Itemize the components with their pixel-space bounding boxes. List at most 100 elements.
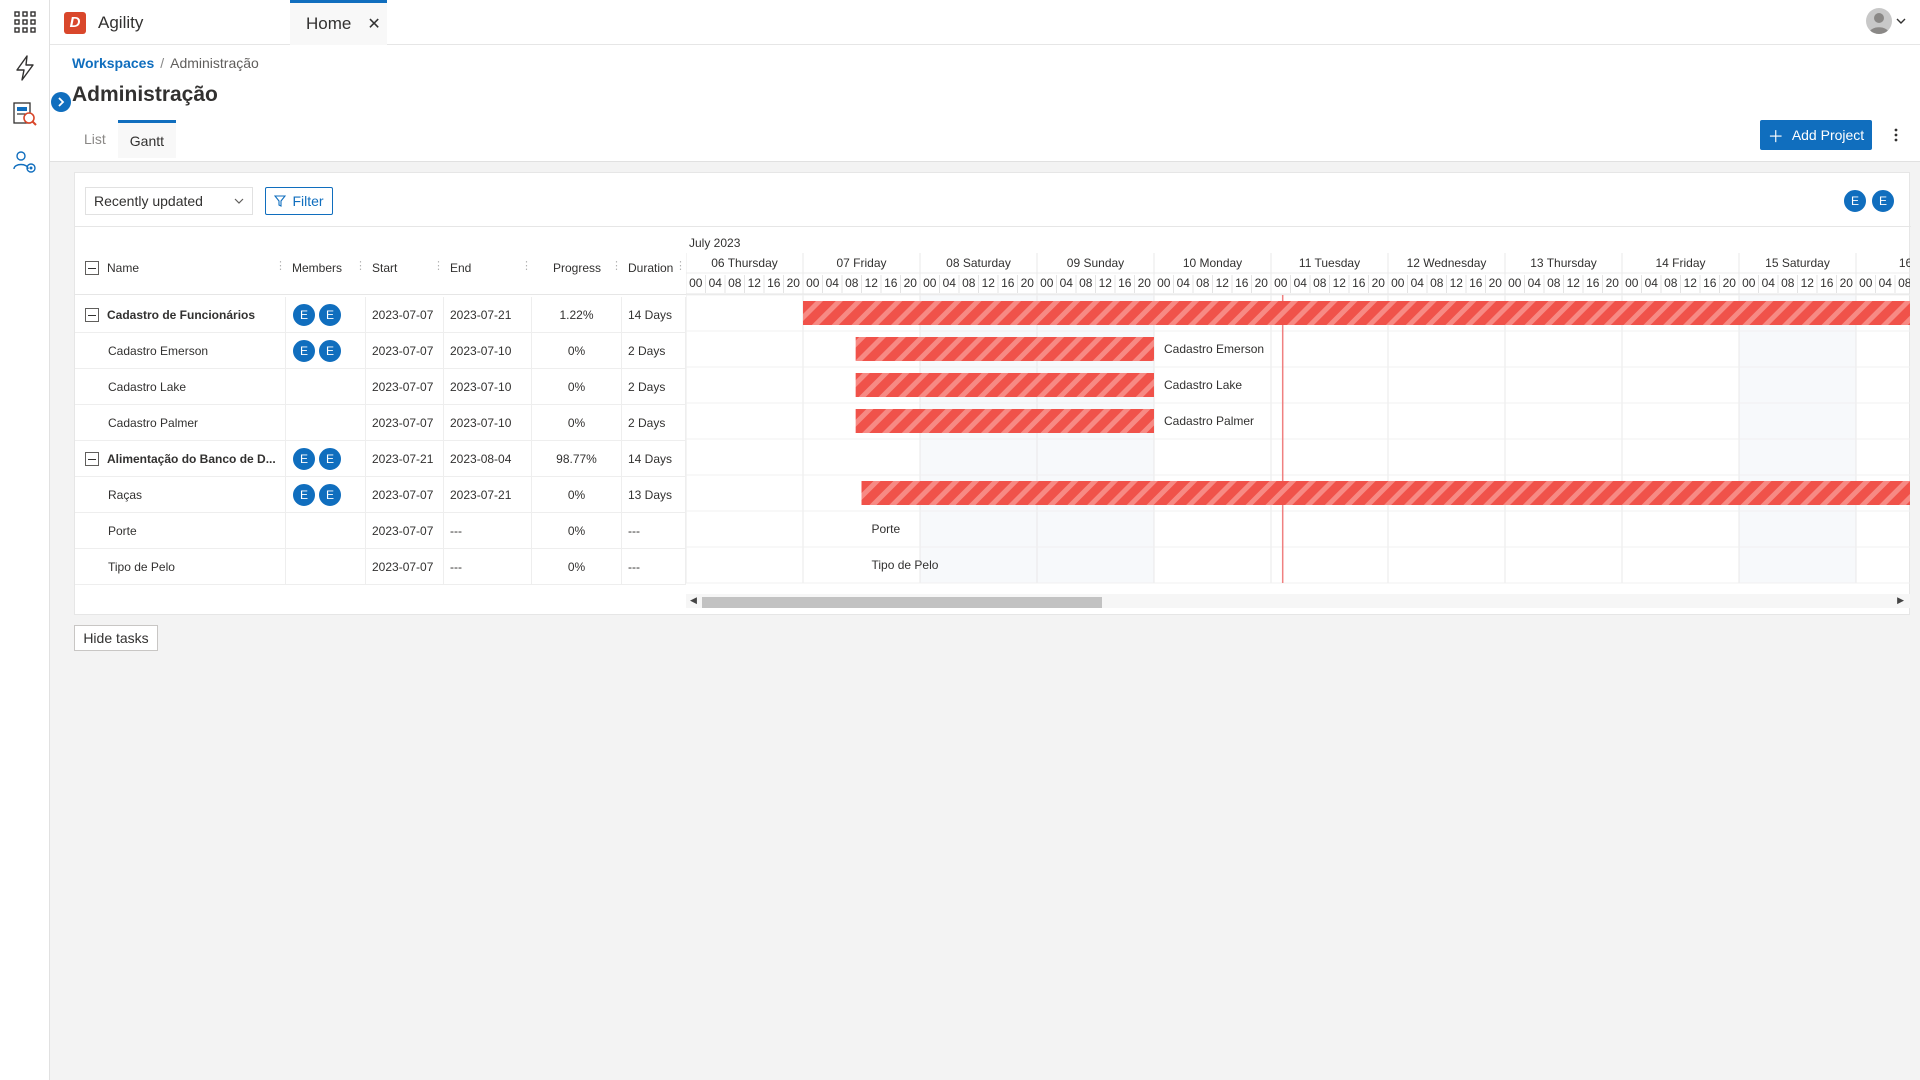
day-label: 16 Su [1899,256,1910,270]
table-row[interactable]: Porte 2023-07-07 --- 0% --- [75,513,686,549]
cell-end: 2023-07-10 [444,333,532,369]
more-vertical-icon [1894,128,1898,142]
table-row[interactable]: Cadastro Lake 2023-07-07 2023-07-10 0% 2 Day… [75,369,686,405]
tab-list[interactable]: List [72,119,118,159]
cell-duration: 14 Days [622,441,686,477]
cell-end: 2023-07-21 [444,297,532,333]
hour-label: 20 [1840,276,1854,290]
column-resizer[interactable]: ⋮ [355,259,366,272]
task-bar[interactable] [861,481,1911,505]
day-label: 11 Tuesday [1299,256,1360,270]
task-bar[interactable] [855,409,1154,433]
column-resizer[interactable]: ⋮ [611,259,622,272]
brand[interactable]: D Agility [50,0,290,45]
hour-label: 12 [748,276,762,290]
reports-search-icon[interactable] [0,92,50,136]
avatar[interactable]: E [292,339,316,363]
sort-value: Recently updated [94,193,203,209]
day-label: 14 Friday [1655,256,1705,270]
lightning-icon[interactable] [0,46,50,90]
cell-name[interactable]: Cadastro de Funcionários [75,297,286,333]
breadcrumb-current: Administração [170,55,259,71]
table-row[interactable]: Cadastro Palmer 2023-07-07 2023-07-10 0% 2 D… [75,405,686,441]
cell-progress: 0% [532,549,622,585]
sort-select[interactable]: Recently updated [85,187,253,215]
task-bar[interactable] [803,301,1910,325]
app-launcher-icon[interactable] [0,0,50,44]
hide-tasks-button[interactable]: Hide tasks [74,625,158,651]
column-resizer[interactable]: ⋮ [675,259,686,272]
hour-label: 08 [728,276,742,290]
column-header-label: Start [372,261,398,275]
users-settings-icon[interactable] [0,140,50,184]
table-row[interactable]: Tipo de Pelo 2023-07-07 --- 0% --- [75,549,686,585]
cell-name[interactable]: Cadastro Emerson [75,333,286,369]
column-start[interactable]: Start ⋮ [372,241,444,295]
avatar[interactable]: E [318,339,342,363]
avatar[interactable]: E [318,483,342,507]
hour-label: 04 [1177,276,1191,290]
cell-start: 2023-07-07 [366,333,444,369]
avatar[interactable]: E [1843,189,1867,213]
column-name[interactable]: Name ⋮ [85,241,286,295]
table-row[interactable]: Cadastro Emerson E E 2023-07-07 2023-07-10 0%… [75,333,686,369]
cell-end: 2023-07-10 [444,369,532,405]
avatar[interactable]: E [318,447,342,471]
tab-gantt[interactable]: Gantt [117,120,177,158]
column-resizer[interactable]: ⋮ [275,259,286,272]
expand-nav-button[interactable] [51,92,71,112]
column-end[interactable]: End ⋮ [450,241,532,295]
avatar[interactable]: E [318,303,342,327]
day-label: 12 Wednesday [1407,256,1487,270]
cell-name[interactable]: Raças [75,477,286,513]
avatar[interactable]: E [292,483,316,507]
hour-label: 00 [1625,276,1639,290]
cell-name[interactable]: Cadastro Palmer [75,405,286,441]
task-bar[interactable] [855,373,1154,397]
horizontal-scrollbar[interactable]: ◀ ▶ [686,594,1910,608]
scroll-left-icon[interactable]: ◀ [690,595,697,606]
cell-start: 2023-07-07 [366,405,444,441]
avatar[interactable]: E [1871,189,1895,213]
close-icon[interactable]: ✕ [367,14,380,34]
cell-members: EE [286,297,366,333]
filter-button[interactable]: Filter [265,187,333,215]
cell-name[interactable]: Porte [75,513,286,549]
day-label: 15 Saturday [1765,256,1830,270]
cell-name[interactable]: Alimentação do Banco de D... [75,441,286,477]
avatar[interactable]: E [292,447,316,471]
hour-label: 04 [1528,276,1542,290]
avatar[interactable]: E [292,303,316,327]
collapse-row-checkbox[interactable] [85,452,99,466]
more-options-button[interactable] [1882,120,1910,150]
column-duration[interactable]: Duration ⋮ [628,241,686,295]
column-resizer[interactable]: ⋮ [433,259,444,272]
hour-label: 04 [1060,276,1074,290]
scroll-right-icon[interactable]: ▶ [1897,595,1904,606]
hour-label: 00 [1391,276,1405,290]
collapse-row-checkbox[interactable] [85,308,99,322]
column-header-label: Name [107,261,140,275]
tab-home[interactable]: Home ✕ [290,0,387,45]
breadcrumb-workspaces[interactable]: Workspaces [72,55,154,71]
add-project-button[interactable]: ＋ Add Project [1760,120,1872,150]
cell-start: 2023-07-07 [366,297,444,333]
cell-name[interactable]: Cadastro Lake [75,369,286,405]
column-progress[interactable]: Progress ⋮ [532,241,622,295]
column-members[interactable]: Members ⋮ [292,241,366,295]
hour-label: 08 [1781,276,1795,290]
hour-label: 08 [1664,276,1678,290]
table-row[interactable]: Raças E E 2023-07-07 2023-07-21 0% 13 Days [75,477,686,513]
cell-start: 2023-07-07 [366,513,444,549]
table-row[interactable]: Cadastro de Funcionários E E 2023-07-07 2023… [75,297,686,333]
task-bar-label: Cadastro Lake [1164,378,1242,392]
column-resizer[interactable]: ⋮ [521,259,532,272]
user-menu[interactable] [1866,8,1906,34]
scrollbar-thumb[interactable] [702,597,1102,608]
page-header: Workspaces / Administração Administração L… [50,45,1920,162]
collapse-all-checkbox[interactable] [85,261,99,275]
task-bar[interactable] [855,337,1154,361]
cell-members [286,513,366,549]
table-row[interactable]: Alimentação do Banco de D... E E 2023-07-21… [75,441,686,477]
cell-name[interactable]: Tipo de Pelo [75,549,286,585]
